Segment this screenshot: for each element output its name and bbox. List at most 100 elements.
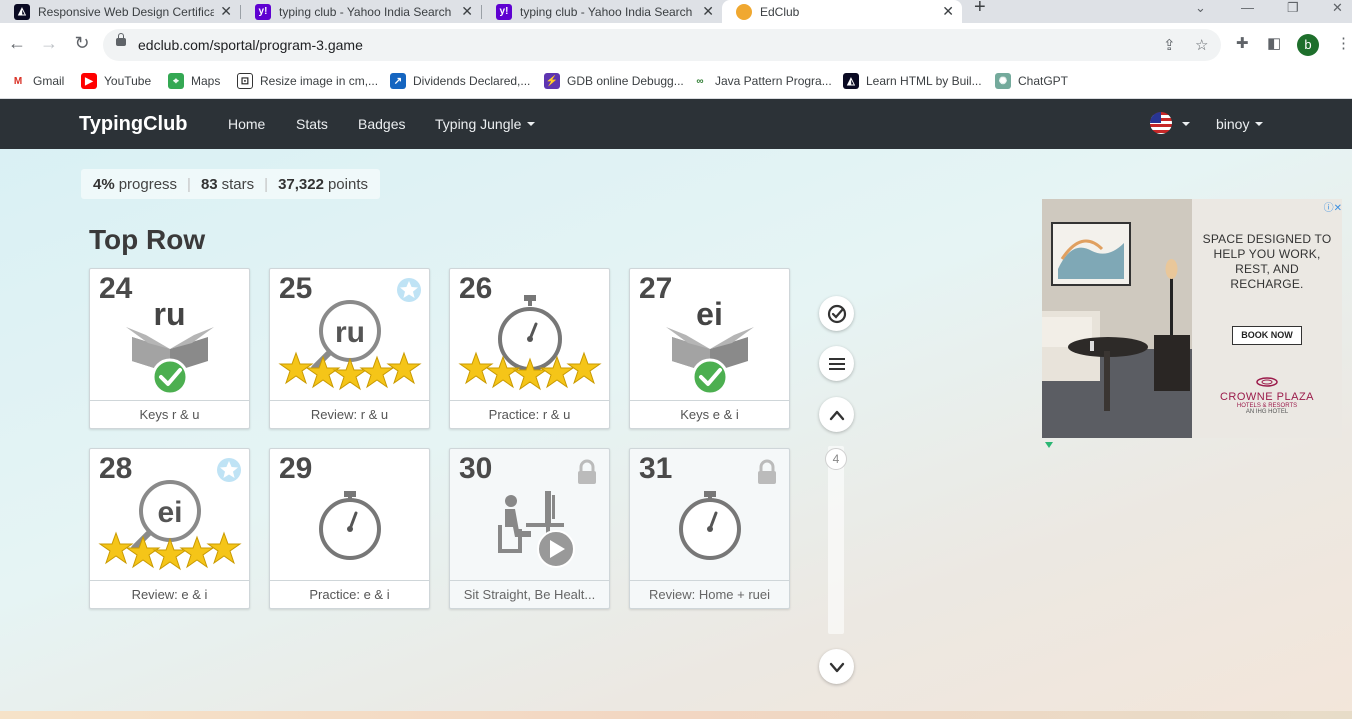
scroll-page-indicator[interactable]: 4 <box>825 448 847 470</box>
bookmark-star-icon[interactable]: ☆ <box>1195 36 1208 54</box>
forward-icon[interactable]: → <box>38 33 60 54</box>
back-icon[interactable]: ← <box>6 33 28 54</box>
gmail-icon: M <box>10 73 26 89</box>
nav-stats[interactable]: Stats <box>296 116 328 132</box>
tab-title: Responsive Web Design Certificat <box>38 4 214 19</box>
checklist-button[interactable] <box>819 296 854 331</box>
minimize-icon[interactable]: — <box>1241 0 1254 15</box>
scroll-up-button[interactable] <box>819 397 854 432</box>
tab-search-icon[interactable]: ⌄ <box>1195 0 1206 16</box>
yahoo-icon: y! <box>496 3 512 20</box>
menu-kebab-icon[interactable]: ⋮ <box>1336 34 1351 52</box>
fcc-icon: ◭ <box>14 3 30 20</box>
bookmark-resize[interactable]: ⊡ Resize image in cm,... <box>237 73 378 89</box>
browser-tab[interactable]: y! typing club - Yahoo India Search ✕ <box>482 0 722 23</box>
progress-summary: 4% progress | 83 stars | 37,322 points <box>81 169 380 199</box>
bookmark-gdb[interactable]: ⚡ GDB online Debugg... <box>544 73 684 89</box>
bookmark-youtube[interactable]: ▶ YouTube <box>81 73 151 89</box>
posture-video-icon <box>498 491 575 568</box>
tab-close-icon[interactable]: ✕ <box>220 3 232 20</box>
browser-toolbar: ← → ↻ edclub.com/sportal/program-3.game … <box>0 23 1352 67</box>
ad-headline: SPACE DESIGNED TO HELP YOU WORK, REST, A… <box>1202 232 1332 291</box>
share-icon[interactable]: ⇪ <box>1163 36 1176 54</box>
hamburger-icon <box>828 357 845 370</box>
bookmark-label: Gmail <box>33 74 65 88</box>
reload-icon[interactable]: ↻ <box>71 33 93 54</box>
lesson-title: Keys r & u <box>90 400 249 428</box>
new-tab-button[interactable]: + <box>974 0 986 17</box>
bookmark-dividends[interactable]: ↗ Dividends Declared,... <box>390 73 530 89</box>
bookmark-maps[interactable]: ⌖ Maps <box>168 73 220 89</box>
lesson-title: Practice: r & u <box>450 400 609 428</box>
lesson-card-locked[interactable]: 31 Review: Home + ruei <box>629 448 790 609</box>
nav-badges[interactable]: Badges <box>358 116 405 132</box>
bookmark-chatgpt[interactable]: ✺ ChatGPT <box>995 73 1068 89</box>
five-stars-rating <box>98 531 242 571</box>
tab-close-icon[interactable]: ✕ <box>702 3 714 20</box>
ad-book-now-button[interactable]: BOOK NOW <box>1232 326 1302 345</box>
user-menu[interactable]: binoy <box>1216 116 1264 132</box>
extensions-icon[interactable]: ✚ <box>1236 34 1249 52</box>
ad-brand-tag: AN IHG HOTEL <box>1245 409 1289 415</box>
fcc-icon: ◭ <box>843 73 859 89</box>
points-label: points <box>327 175 368 193</box>
tab-close-icon[interactable]: ✕ <box>461 3 473 20</box>
lesson-card[interactable]: 28 ei Review: e & i <box>89 448 250 609</box>
lesson-title: Review: Home + ruei <box>630 580 789 608</box>
restore-icon[interactable]: ❐ <box>1287 0 1299 16</box>
java-icon: ∞ <box>692 73 708 89</box>
profile-avatar[interactable]: b <box>1297 34 1319 56</box>
scroll-down-button[interactable] <box>819 649 854 684</box>
tab-title: EdClub <box>760 4 800 19</box>
scroll-track[interactable] <box>828 446 844 634</box>
maps-icon: ⌖ <box>168 73 184 89</box>
points-value: 37,322 <box>278 175 324 193</box>
bookmark-label: Learn HTML by Buil... <box>866 74 982 88</box>
chevron-down-icon <box>1182 122 1190 126</box>
address-bar[interactable]: edclub.com/sportal/program-3.game ⇪ ☆ <box>103 29 1221 61</box>
chevron-down-icon <box>829 662 844 672</box>
browser-tab[interactable]: y! typing club - Yahoo India Search ✕ <box>241 0 481 23</box>
nav-home[interactable]: Home <box>228 116 265 132</box>
bookmark-gmail[interactable]: M Gmail <box>10 73 64 89</box>
browser-tab[interactable]: ◭ Responsive Web Design Certificat ✕ <box>0 0 240 23</box>
lesson-card[interactable]: 25 ru Review: r & u <box>269 268 430 429</box>
lesson-card[interactable]: 24 ru Keys r & u <box>89 268 250 429</box>
section-title: Top Row <box>89 224 206 255</box>
tab-title: typing club - Yahoo India Search <box>520 4 693 19</box>
nav-typing-jungle[interactable]: Typing Jungle <box>435 116 536 132</box>
chevron-up-icon <box>829 410 844 420</box>
us-flag-icon[interactable] <box>1150 112 1172 134</box>
site-navbar: TypingClub Home Stats Badges Typing Jung… <box>0 99 1352 149</box>
lesson-card[interactable]: 26 Practice: r & u <box>449 268 610 429</box>
page-bottom-stripe <box>0 711 1352 719</box>
advertisement[interactable]: SPACE DESIGNED TO HELP YOU WORK, REST, A… <box>1042 199 1342 438</box>
lesson-card-locked[interactable]: 30 Sit Straight, Be Healt... <box>449 448 610 609</box>
stopwatch-icon <box>679 491 741 560</box>
bookmark-learn-html[interactable]: ◭ Learn HTML by Buil... <box>843 73 982 89</box>
five-stars-rating <box>458 351 602 391</box>
lesson-title: Keys e & i <box>630 400 789 428</box>
ad-text-panel: SPACE DESIGNED TO HELP YOU WORK, REST, A… <box>1192 199 1342 438</box>
nav-typing-jungle-label: Typing Jungle <box>435 116 522 132</box>
window-close-icon[interactable]: ✕ <box>1332 0 1343 16</box>
bookmark-label: GDB online Debugg... <box>567 74 684 88</box>
site-logo[interactable]: TypingClub <box>79 113 188 136</box>
divider: | <box>187 175 191 193</box>
menu-button[interactable] <box>819 346 854 381</box>
lock-icon[interactable] <box>116 33 126 46</box>
bookmark-label: Resize image in cm,... <box>260 74 379 88</box>
url-text[interactable]: edclub.com/sportal/program-3.game <box>138 37 363 53</box>
browser-tab-active[interactable]: EdClub ✕ <box>722 0 962 23</box>
language-dropdown[interactable] <box>1176 116 1190 132</box>
lesson-card[interactable]: 29 Practice: e & i <box>269 448 430 609</box>
bookmark-label: Java Pattern Progra... <box>715 74 832 88</box>
completed-box-icon <box>666 327 754 396</box>
bookmark-java[interactable]: ∞ Java Pattern Progra... <box>692 73 832 89</box>
lesson-card[interactable]: 27 ei Keys e & i <box>629 268 790 429</box>
ad-close-icon[interactable]: ⓘ✕ <box>1324 199 1342 214</box>
tab-close-icon[interactable]: ✕ <box>942 3 954 20</box>
bookmark-label: YouTube <box>104 74 152 88</box>
side-panel-icon[interactable]: ◧ <box>1267 34 1281 52</box>
adchoices-icon[interactable] <box>1045 442 1053 448</box>
